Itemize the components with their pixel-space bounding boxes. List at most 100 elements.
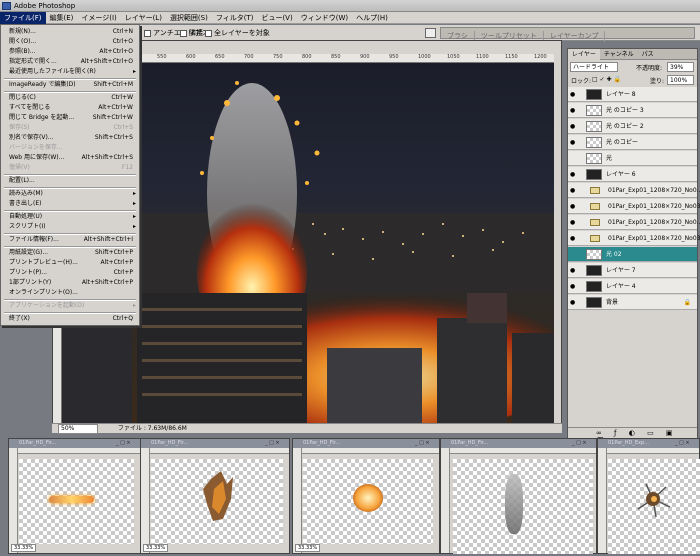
thumb-canvas[interactable] bbox=[151, 459, 283, 544]
menu-layer[interactable]: レイヤー(L) bbox=[121, 12, 166, 24]
eye-icon[interactable]: ● bbox=[570, 187, 579, 194]
layer-row[interactable]: ● 光 のコピー bbox=[568, 135, 697, 150]
menu-item-automate[interactable]: 自動処理(U) bbox=[1, 212, 139, 222]
thumb-window-4[interactable]: 01Par_HD_Fir... _ □ × bbox=[440, 438, 597, 554]
menu-filter[interactable]: フィルタ(T) bbox=[212, 12, 258, 24]
thumb-canvas[interactable] bbox=[303, 459, 433, 544]
layer-row[interactable]: ● 光 のコピー 2 bbox=[568, 119, 697, 134]
eye-icon[interactable] bbox=[570, 251, 579, 258]
menu-image[interactable]: イメージ(I) bbox=[77, 12, 120, 24]
eye-icon[interactable]: ● bbox=[570, 139, 579, 146]
thumb-zoom[interactable]: 33.33% bbox=[143, 544, 169, 552]
thumb-zoom[interactable]: 33.33% bbox=[11, 544, 37, 552]
menu-item-open[interactable]: 開く(O)... Ctrl+O bbox=[1, 37, 139, 47]
menu-item-place[interactable]: 配置(L)... bbox=[1, 176, 139, 186]
menu-item-revert[interactable]: 復帰(V) F12 bbox=[1, 163, 139, 173]
menu-item-save[interactable]: 保存(S) Ctrl+S bbox=[1, 123, 139, 133]
tab-channels[interactable]: チャンネル bbox=[600, 49, 638, 60]
thumb-ruler-left bbox=[141, 448, 150, 553]
thumb-canvas[interactable] bbox=[19, 459, 134, 544]
contiguous-checkbox[interactable] bbox=[180, 29, 187, 37]
tab-layers[interactable]: レイヤー bbox=[568, 49, 600, 60]
layer-group-row[interactable]: ● 01Par_Exp01_1208×720_No0... bbox=[568, 183, 700, 198]
menu-item-close-bridge[interactable]: 閉じて Bridge を起動... Shift+Ctrl+W bbox=[1, 113, 139, 123]
layer-row[interactable]: ● レイヤー 4 bbox=[568, 279, 697, 294]
menu-item-export[interactable]: 書き出し(E) bbox=[1, 199, 139, 209]
tab-paths[interactable]: パス bbox=[638, 49, 658, 60]
eye-icon[interactable]: ● bbox=[570, 267, 579, 274]
layer-row[interactable]: 光 bbox=[568, 151, 697, 166]
menu-item-open-as[interactable]: 指定形式で開く... Alt+Shift+Ctrl+O bbox=[1, 57, 139, 67]
menu-item-edit-imageready[interactable]: ImageReady で編集(D) Shift+Ctrl+M bbox=[1, 80, 139, 90]
contiguous-option[interactable]: 隣接 bbox=[180, 25, 203, 41]
layer-row-selected[interactable]: 光 02 bbox=[568, 247, 697, 262]
menu-view[interactable]: ビュー(V) bbox=[257, 12, 296, 24]
window-buttons[interactable]: _ □ × bbox=[675, 440, 697, 447]
blend-mode-select[interactable]: ハードライト bbox=[570, 62, 618, 72]
eye-icon[interactable]: ● bbox=[570, 283, 579, 290]
eye-icon[interactable]: ● bbox=[570, 107, 579, 114]
eye-icon[interactable]: ● bbox=[570, 219, 579, 226]
antialias-checkbox[interactable] bbox=[144, 29, 151, 37]
eye-icon[interactable]: ● bbox=[570, 203, 579, 210]
window-buttons[interactable]: _ □ × bbox=[265, 440, 287, 447]
menu-item-save-as[interactable]: 別名で保存(V)... Shift+Ctrl+S bbox=[1, 133, 139, 143]
menu-item-open-recent[interactable]: 最近使用したファイルを開く(R) bbox=[1, 67, 139, 77]
thumb-window-1[interactable]: 01Par_HD_Fir... _ □ × 33.33% bbox=[8, 438, 141, 554]
thumb-canvas[interactable] bbox=[608, 459, 700, 554]
menu-item-print-preview[interactable]: プリントプレビュー(H)... Alt+Ctrl+P bbox=[1, 258, 139, 268]
window-buttons[interactable]: _ □ × bbox=[116, 440, 138, 447]
menu-item-new[interactable]: 新規(N)... Ctrl+N bbox=[1, 27, 139, 37]
eye-icon[interactable]: ● bbox=[570, 123, 579, 130]
zoom-level-field[interactable]: 50% bbox=[58, 424, 98, 434]
thumb-window-5[interactable]: 01Par_HD_Exp... _ □ × bbox=[597, 438, 700, 554]
layer-row[interactable]: ● レイヤー 7 bbox=[568, 263, 697, 278]
menu-item-scripts[interactable]: スクリプト(I) bbox=[1, 222, 139, 232]
eye-icon[interactable] bbox=[570, 155, 579, 162]
layer-group-row[interactable]: ● 01Par_Exp01_1208×720_No03... bbox=[568, 199, 700, 214]
opacity-field[interactable]: 39% bbox=[667, 62, 694, 72]
menu-item-page-setup[interactable]: 用紙設定(G)... Shift+Ctrl+P bbox=[1, 248, 139, 258]
eye-icon[interactable]: ● bbox=[570, 299, 579, 306]
menu-item-import[interactable]: 読み込み(M) bbox=[1, 189, 139, 199]
menu-help[interactable]: ヘルプ(H) bbox=[352, 12, 392, 24]
thumb-window-3[interactable]: 01Par_HD_Fir... _ □ × 33.33% bbox=[292, 438, 440, 554]
menu-item-print-one-copy[interactable]: 1部プリント(Y) Alt+Shift+Ctrl+P bbox=[1, 278, 139, 288]
layer-group-row[interactable]: ● 01Par_Exp01_1208×720_No0... bbox=[568, 215, 700, 230]
fill-field[interactable]: 100% bbox=[667, 75, 694, 85]
window-buttons[interactable]: _ □ × bbox=[415, 440, 437, 447]
layer-row[interactable]: ● レイヤー 6 bbox=[568, 167, 697, 182]
layer-row[interactable]: ● 光 のコピー 3 bbox=[568, 103, 697, 118]
palette-well-icon[interactable] bbox=[425, 28, 436, 38]
layer-group-row[interactable]: ● 01Par_Exp01_1208×720_No03... bbox=[568, 231, 700, 246]
eye-icon[interactable]: ● bbox=[570, 235, 579, 242]
menu-item-save-version[interactable]: バージョンを保存... bbox=[1, 143, 139, 153]
menu-item-close-all[interactable]: すべてを閉じる Alt+Ctrl+W bbox=[1, 103, 139, 113]
menu-item-jump-to[interactable]: アプリケーションを起動(D) bbox=[1, 301, 139, 311]
menu-file[interactable]: ファイル(F) bbox=[0, 12, 46, 24]
file-size-status[interactable]: ファイル : 7.63M/86.6M bbox=[118, 425, 187, 432]
thumb-zoom[interactable]: 33.33% bbox=[295, 544, 321, 552]
menu-select[interactable]: 選択範囲(S) bbox=[166, 12, 212, 24]
menu-item-close[interactable]: 閉じる(C) Ctrl+W bbox=[1, 93, 139, 103]
all-layers-option[interactable]: 全レイヤーを対象 bbox=[205, 25, 270, 41]
menu-item-browse[interactable]: 参照(B)... Alt+Ctrl+O bbox=[1, 47, 139, 57]
menu-edit[interactable]: 編集(E) bbox=[46, 12, 78, 24]
menu-item-file-info[interactable]: ファイル情報(F)... Alt+Shift+Ctrl+I bbox=[1, 235, 139, 245]
menu-item-online-print[interactable]: オンラインプリント(O)... bbox=[1, 288, 139, 298]
layer-row[interactable]: ● レイヤー 8 bbox=[568, 87, 697, 102]
lock-icons[interactable]: □ ✓ ✚ 🔒 bbox=[592, 76, 621, 83]
menu-item-exit[interactable]: 終了(X) Ctrl+Q bbox=[1, 314, 139, 324]
layer-row[interactable]: ● 背景 🔒 bbox=[568, 295, 697, 310]
eye-icon[interactable]: ● bbox=[570, 171, 579, 178]
all-layers-checkbox[interactable] bbox=[205, 29, 212, 37]
thumb-window-2[interactable]: 01Par_HD_Fir... _ □ × 33.33% bbox=[140, 438, 290, 554]
eye-icon[interactable]: ● bbox=[570, 91, 579, 98]
menu-item-save-for-web[interactable]: Web 用に保存(W)... Alt+Shift+Ctrl+S bbox=[1, 153, 139, 163]
thumb-canvas[interactable] bbox=[453, 459, 593, 554]
menu-window[interactable]: ウィンドウ(W) bbox=[297, 12, 352, 24]
menu-item-print[interactable]: プリント(P)... Ctrl+P bbox=[1, 268, 139, 278]
window-buttons[interactable]: _ □ × bbox=[572, 440, 594, 447]
lock-icon: 🔒 bbox=[683, 299, 691, 306]
ruler-tick: 1000 bbox=[418, 54, 431, 60]
